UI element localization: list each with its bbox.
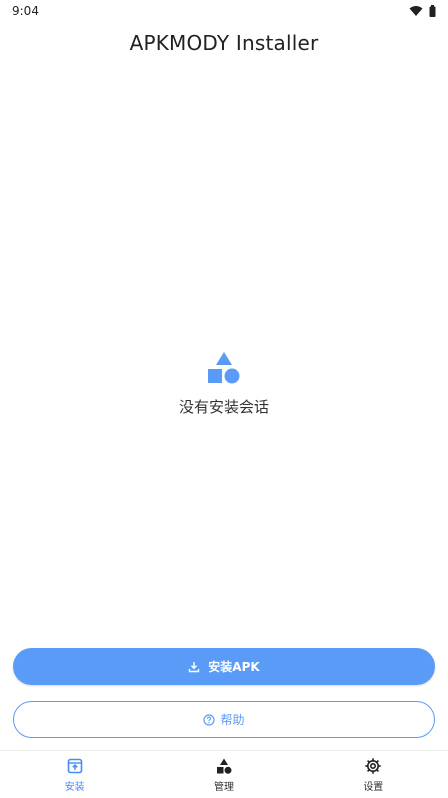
install-apk-button[interactable]: 安装APK (13, 648, 435, 685)
nav-item-manage[interactable]: 管理 (149, 751, 298, 798)
help-label: 帮助 (220, 713, 245, 727)
nav-label-settings: 设置 (363, 781, 384, 793)
help-button[interactable]: 帮助 (13, 701, 435, 738)
wifi-icon (409, 6, 423, 16)
nav-item-settings[interactable]: 设置 (299, 751, 448, 798)
nav-label-install: 安装 (64, 781, 85, 793)
empty-state-text: 没有安装会话 (178, 398, 269, 416)
install-apk-label: 安装APK (208, 660, 260, 674)
gear-icon (365, 757, 382, 774)
shapes-icon (208, 352, 240, 384)
bottom-nav: 安装 管理 设置 (0, 750, 448, 798)
app-title: APKMODY Installer (129, 31, 319, 55)
battery-icon (429, 5, 436, 17)
shapes-icon (216, 758, 232, 774)
nav-label-manage: 管理 (213, 781, 234, 793)
help-circle-icon (203, 713, 216, 726)
install-box-icon (67, 758, 82, 773)
empty-state: 没有安装会话 (0, 350, 448, 417)
status-bar: 9:04 (0, 0, 448, 22)
status-icons (409, 5, 436, 17)
status-time: 9:04 (12, 4, 39, 18)
download-icon (189, 661, 200, 672)
nav-item-install[interactable]: 安装 (0, 751, 149, 798)
